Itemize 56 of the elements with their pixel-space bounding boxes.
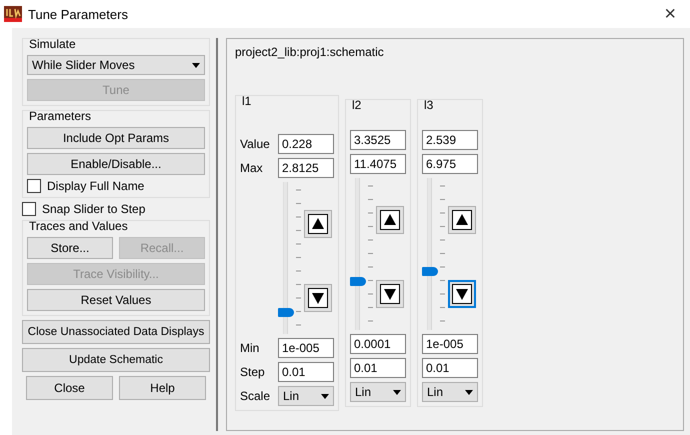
parameters-button[interactable]: Enable/Disable... xyxy=(27,153,205,175)
slider-thumb[interactable] xyxy=(422,266,438,276)
value-field[interactable]: 3.3525 xyxy=(350,130,406,150)
row-label: Min xyxy=(240,341,260,355)
parameters-button[interactable]: Include Opt Params xyxy=(27,127,205,149)
max-field[interactable]: 11.4075 xyxy=(350,154,406,174)
action-button[interactable]: Update Schematic xyxy=(22,348,210,372)
simulate-dropdown[interactable]: While Slider Moves xyxy=(27,55,205,75)
row-label: Scale xyxy=(240,389,272,403)
min-field[interactable]: 0.0001 xyxy=(350,334,406,354)
step-field[interactable]: 0.01 xyxy=(422,358,478,378)
row-label: Step xyxy=(240,365,266,379)
step-up-button[interactable] xyxy=(304,210,332,238)
parameter-name: l3 xyxy=(424,98,434,112)
dialog-button[interactable]: Help xyxy=(119,376,206,400)
max-field[interactable]: 2.8125 xyxy=(278,158,334,178)
min-field[interactable]: 1e-005 xyxy=(278,338,334,358)
slider-thumb[interactable] xyxy=(350,276,366,286)
close-button[interactable]: × xyxy=(658,2,682,26)
step-down-button[interactable] xyxy=(304,284,332,312)
caret-icon xyxy=(192,62,200,68)
reset-values-button[interactable]: Reset Values xyxy=(27,289,205,311)
step-field[interactable]: 0.01 xyxy=(278,362,334,382)
scale-dropdown[interactable]: Lin xyxy=(422,382,478,402)
group-label: Parameters xyxy=(29,109,92,123)
max-field[interactable]: 6.975 xyxy=(422,154,478,174)
caret-icon xyxy=(321,394,329,398)
min-field[interactable]: 1e-005 xyxy=(422,334,478,354)
checkbox-label: Display Full Name xyxy=(47,179,144,193)
store-button[interactable]: Store... xyxy=(27,237,113,259)
action-button[interactable]: Close Unassociated Data Displays xyxy=(22,320,210,344)
scale-dropdown[interactable]: Lin xyxy=(350,382,406,402)
value-field[interactable]: 0.228 xyxy=(278,134,334,154)
value-field[interactable]: 2.539 xyxy=(422,130,478,150)
checkbox-label: Snap Slider to Step xyxy=(42,202,146,216)
step-up-button[interactable] xyxy=(448,206,476,234)
parameter-name: l1 xyxy=(242,94,252,108)
checkbox[interactable] xyxy=(22,202,36,216)
slider-thumb[interactable] xyxy=(278,308,294,317)
group-label: Simulate xyxy=(29,37,77,51)
dialog-button[interactable]: Close xyxy=(26,376,113,400)
step-field[interactable]: 0.01 xyxy=(350,358,406,378)
app-logo-icon xyxy=(4,6,22,22)
window-title: Tune Parameters xyxy=(28,6,129,22)
step-down-button[interactable] xyxy=(376,280,404,308)
row-label: Max xyxy=(240,161,264,175)
step-down-button[interactable] xyxy=(448,280,476,308)
caret-icon xyxy=(393,390,401,394)
scale-dropdown[interactable]: Lin xyxy=(278,386,334,406)
row-label: Value xyxy=(240,137,271,151)
design-name: project2_lib:proj1:schematic xyxy=(235,45,385,59)
caret-icon xyxy=(465,390,473,394)
step-up-button[interactable] xyxy=(376,206,404,234)
checkbox[interactable] xyxy=(27,179,41,193)
group-label: Traces and Values xyxy=(29,219,129,233)
parameter-name: l2 xyxy=(352,98,362,112)
